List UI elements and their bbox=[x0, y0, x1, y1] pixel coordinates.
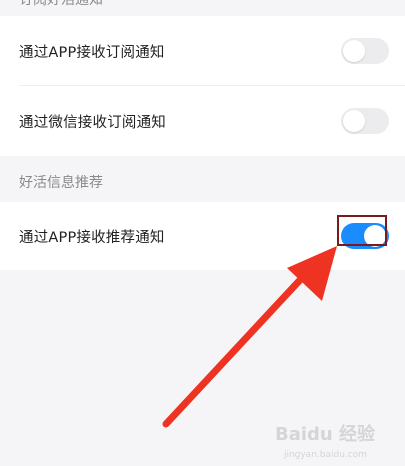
app-recommend-label: 通过APP接收推荐通知 bbox=[19, 229, 165, 246]
toggle-knob bbox=[343, 40, 365, 62]
highlight-box bbox=[337, 215, 387, 246]
section-header-subscribe: 订阅好活通知 bbox=[19, 0, 103, 8]
subscribe-settings-group: 通过APP接收订阅通知 通过微信接收订阅通知 bbox=[0, 16, 405, 156]
notification-settings-page: 订阅好活通知 通过APP接收订阅通知 通过微信接收订阅通知 好活信息推荐 通过A… bbox=[0, 0, 405, 466]
toggle-knob bbox=[343, 110, 365, 132]
app-subscribe-label: 通过APP接收订阅通知 bbox=[19, 44, 165, 61]
wechat-subscribe-label: 通过微信接收订阅通知 bbox=[19, 114, 166, 131]
wechat-subscribe-toggle[interactable] bbox=[341, 108, 389, 134]
app-subscribe-toggle[interactable] bbox=[341, 38, 389, 64]
row-wechat-subscribe: 通过微信接收订阅通知 bbox=[0, 86, 405, 156]
watermark-url: jingyan.baidu.com bbox=[283, 450, 367, 460]
watermark-logo: Baidu 经验 bbox=[274, 424, 375, 445]
section-header-recommend: 好活信息推荐 bbox=[19, 175, 103, 191]
row-app-subscribe: 通过APP接收订阅通知 bbox=[0, 16, 405, 86]
